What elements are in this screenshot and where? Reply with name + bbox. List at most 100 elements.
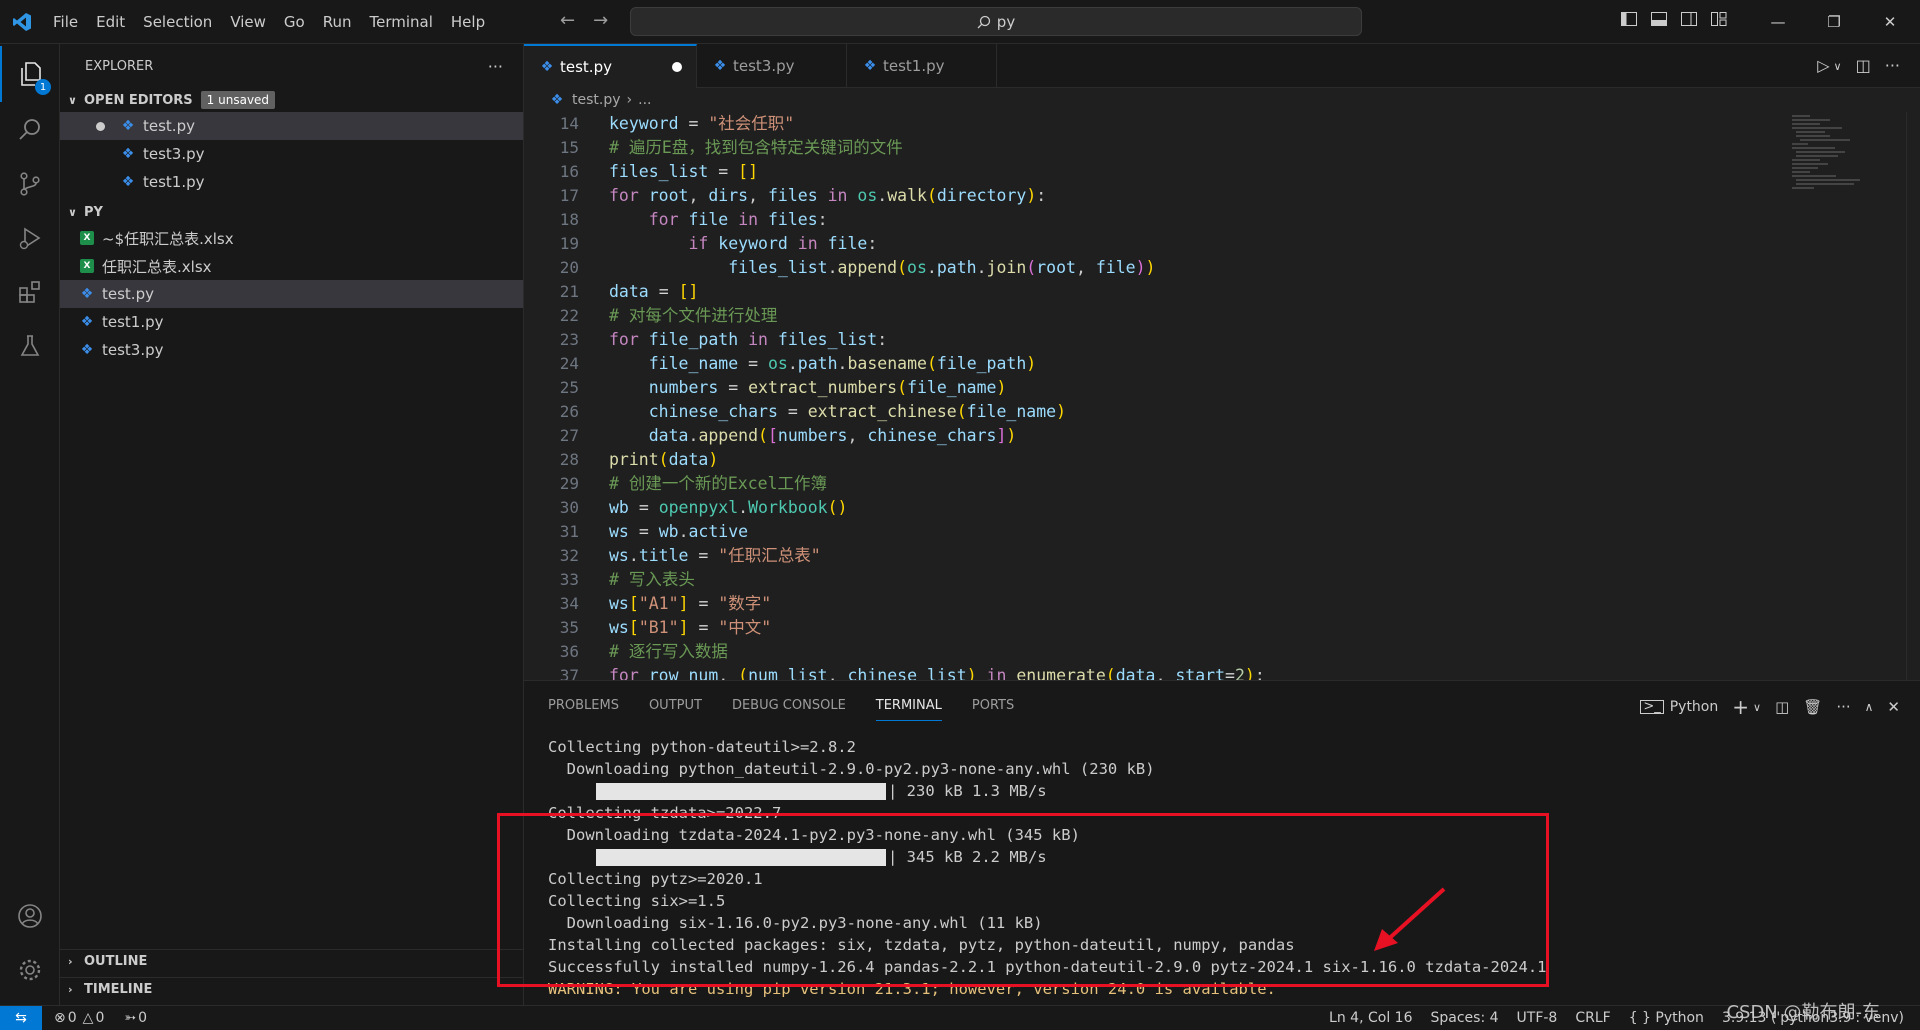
restore-button[interactable]: ❐ (1806, 0, 1862, 44)
minimize-button[interactable]: — (1750, 0, 1806, 44)
error-count[interactable]: 0 (68, 1010, 77, 1026)
open-editor-item[interactable]: ❖ test3.py (60, 140, 523, 168)
tab-test3-py[interactable]: ❖ test3.py (697, 44, 847, 88)
unsaved-dot-icon[interactable] (671, 62, 682, 72)
menu-terminal[interactable]: Terminal (361, 0, 442, 44)
menu-selection[interactable]: Selection (134, 0, 221, 44)
menu-go[interactable]: Go (275, 0, 314, 44)
back-arrow-icon[interactable]: ← (560, 10, 575, 31)
close-window-button[interactable]: ✕ (1862, 0, 1918, 44)
code-editor[interactable]: 14 15 16 17 18 19 20 21 22 23 24 25 26 27 28 29 30 31 32 33… (524, 112, 1904, 680)
vscode-logo-icon (0, 0, 44, 44)
split-editor-icon[interactable]: ◫ (1856, 56, 1871, 75)
language-mode[interactable]: { } Python (1629, 1010, 1704, 1026)
toggle-secondary-sidebar-icon[interactable] (1680, 10, 1698, 28)
tab-test-py[interactable]: ❖ test.py (524, 44, 697, 88)
timeline-section[interactable]: › TIMELINE (60, 977, 524, 1001)
file-label: test1.py (102, 313, 164, 331)
warning-count[interactable]: 0 (95, 1010, 104, 1026)
tab-debug-console[interactable]: DEBUG CONSOLE (732, 695, 846, 721)
encoding[interactable]: UTF-8 (1517, 1010, 1558, 1026)
account-icon (18, 904, 42, 928)
menu-view[interactable]: View (221, 0, 275, 44)
tab-terminal[interactable]: TERMINAL (875, 695, 942, 721)
file-item[interactable]: ❖ test3.py (60, 336, 523, 364)
new-terminal-icon[interactable]: + (1732, 695, 1749, 719)
error-icon[interactable]: ⊗ (54, 1010, 66, 1026)
line-number: 25 (559, 378, 579, 397)
ports-count[interactable]: 0 (138, 1010, 147, 1026)
file-item[interactable]: X 任职汇总表.xlsx (60, 252, 523, 280)
breadcrumb-rest[interactable]: ... (638, 92, 651, 108)
maximize-panel-icon[interactable]: ∧ (1865, 700, 1874, 714)
forward-arrow-icon[interactable]: → (593, 10, 608, 31)
open-editors-section[interactable]: ∨ OPEN EDITORS 1 unsaved (60, 88, 523, 112)
more-actions-icon[interactable]: ··· (1885, 56, 1900, 75)
run-python-icon[interactable]: ▷ (1817, 56, 1829, 75)
close-panel-icon[interactable]: ✕ (1887, 698, 1900, 716)
folder-section[interactable]: ∨ PY (60, 200, 523, 224)
terminal-progress-text: | 230 kB 1.3 MB/s (888, 782, 1047, 800)
trash-icon[interactable]: 🗑 (1803, 698, 1822, 716)
testing-activity[interactable] (0, 318, 60, 374)
file-item[interactable]: X ~$任职汇总表.xlsx (60, 224, 523, 252)
menu-edit[interactable]: Edit (87, 0, 134, 44)
extensions-activity[interactable] (0, 264, 60, 320)
unsaved-dot-icon[interactable] (96, 121, 105, 131)
toggle-primary-sidebar-icon[interactable] (1620, 10, 1638, 28)
menu-run[interactable]: Run (314, 0, 361, 44)
code-line: for file in files: (648, 210, 828, 229)
file-item[interactable]: ❖ test1.py (60, 308, 523, 336)
progress-bar (596, 783, 886, 800)
open-editor-item[interactable]: ❖ test.py (60, 112, 523, 140)
menu-help[interactable]: Help (442, 0, 494, 44)
terminal-progress-line: | 230 kB 1.3 MB/s (548, 780, 1888, 802)
extensions-icon (19, 281, 40, 303)
run-debug-activity[interactable] (0, 210, 60, 266)
indentation[interactable]: Spaces: 4 (1430, 1010, 1498, 1026)
ports-icon[interactable]: ➳ (124, 1010, 136, 1026)
python-file-icon: ❖ (713, 58, 727, 74)
activity-bar: 1 (0, 44, 60, 1005)
chevron-down-icon: ∨ (68, 93, 77, 107)
line-number: 20 (559, 258, 579, 277)
remote-icon[interactable]: ⇆ (0, 1005, 42, 1030)
tab-test1-py[interactable]: ❖ test1.py (847, 44, 997, 88)
breadcrumb-file[interactable]: test.py (572, 92, 621, 108)
manage-activity[interactable] (0, 942, 60, 998)
code-line: for file_path in files_list: (609, 330, 888, 349)
explorer-activity[interactable]: 1 (0, 46, 60, 102)
line-number: 27 (559, 426, 579, 445)
tab-problems[interactable]: PROBLEMS (548, 695, 619, 721)
more-actions-icon[interactable]: ··· (1836, 698, 1850, 716)
minimap[interactable] (1790, 112, 1890, 202)
command-center-search[interactable]: py (630, 7, 1362, 36)
file-item[interactable]: ❖ test.py (60, 280, 523, 308)
accounts-activity[interactable] (0, 888, 60, 944)
customize-layout-icon[interactable] (1710, 10, 1728, 28)
toggle-panel-icon[interactable] (1650, 10, 1668, 28)
open-editor-label: test1.py (143, 173, 205, 191)
source-control-activity[interactable] (0, 156, 60, 212)
line-number: 15 (559, 138, 579, 157)
tab-output[interactable]: OUTPUT (649, 695, 702, 721)
code-line: # 逐行写入数据 (609, 642, 728, 661)
line-ending[interactable]: CRLF (1575, 1010, 1610, 1026)
more-actions-icon[interactable]: ··· (488, 57, 503, 76)
menu-file[interactable]: File (44, 0, 87, 44)
outline-label: OUTLINE (84, 954, 148, 969)
chevron-down-icon[interactable]: ∨ (1834, 60, 1842, 75)
code-line: for root, dirs, files in os.walk(directo… (609, 186, 1047, 205)
tab-ports[interactable]: PORTS (972, 695, 1014, 721)
search-activity[interactable] (0, 102, 60, 158)
open-editor-item[interactable]: ❖ test1.py (60, 168, 523, 196)
line-number: 28 (559, 450, 579, 469)
python-file-icon: ❖ (121, 118, 135, 134)
chevron-down-icon[interactable]: ∨ (1753, 701, 1761, 714)
terminal-shell-name[interactable]: Python (1670, 699, 1719, 715)
outline-section[interactable]: › OUTLINE (60, 949, 524, 973)
cursor-position[interactable]: Ln 4, Col 16 (1329, 1010, 1412, 1026)
editor-scrollbar[interactable] (1906, 112, 1920, 680)
warning-icon[interactable]: △ (83, 1010, 94, 1026)
split-terminal-icon[interactable]: ◫ (1775, 698, 1789, 716)
